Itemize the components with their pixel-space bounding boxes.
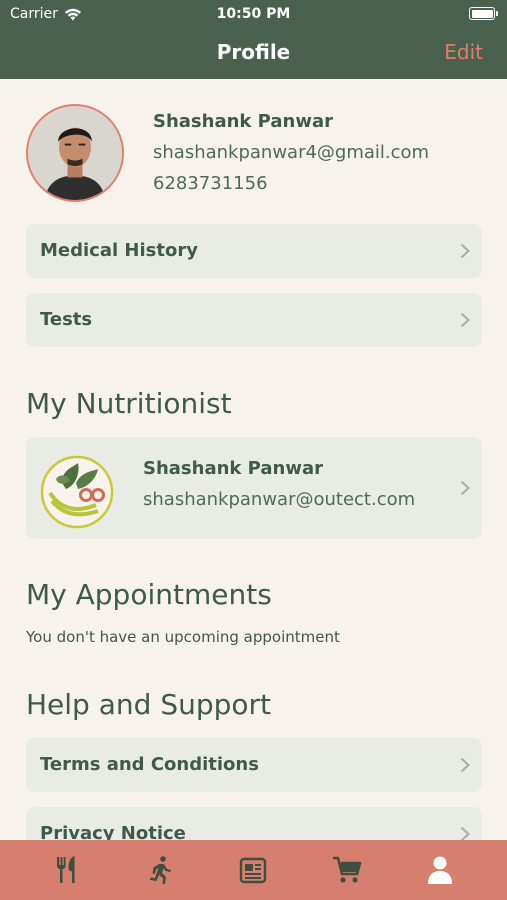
medical-history-row[interactable]: Medical History [26,224,482,278]
avatar [26,104,124,202]
chevron-right-icon [460,312,470,328]
privacy-label: Privacy Notice [40,823,186,840]
privacy-row[interactable]: Privacy Notice [26,807,482,840]
profile-content[interactable]: Shashank Panwar shashankpanwar4@gmail.co… [0,79,507,840]
terms-label: Terms and Conditions [40,754,259,775]
edit-button[interactable]: Edit [444,40,483,64]
tests-row[interactable]: Tests [26,293,482,347]
newspaper-icon [240,857,267,884]
nutritionist-logo-icon [40,455,114,529]
chevron-right-icon [460,757,470,773]
clock: 10:50 PM [216,6,291,22]
nutritionist-section-title: My Nutritionist [26,387,232,420]
cart-icon [332,856,362,883]
nutritionist-name: Shashank Panwar [143,458,323,479]
tab-activity[interactable] [138,848,182,892]
medical-history-label: Medical History [40,240,198,261]
nutritionist-card[interactable]: Shashank Panwar shashankpanwar@outect.co… [26,437,482,539]
page-title: Profile [216,40,291,64]
fork-knife-icon [56,856,75,883]
running-person-icon [150,856,172,884]
nutritionist-email: shashankpanwar@outect.com [143,489,416,510]
user-photo [28,106,122,200]
tab-shop[interactable] [325,848,369,892]
tab-articles[interactable] [231,848,275,892]
terms-row[interactable]: Terms and Conditions [26,738,482,792]
chevron-right-icon [460,480,470,496]
tab-bar [0,840,507,900]
profile-phone: 6283731156 [153,173,268,194]
battery-icon [469,7,498,20]
profile-email: shashankpanwar4@gmail.com [153,142,430,163]
appointments-section-title: My Appointments [26,578,272,611]
chevron-right-icon [460,826,470,840]
chevron-right-icon [460,243,470,259]
tab-meals[interactable] [45,848,89,892]
no-appointment-text: You don't have an upcoming appointment [26,628,340,646]
help-section-title: Help and Support [26,688,271,721]
tests-label: Tests [40,309,93,330]
tab-profile[interactable] [418,848,462,892]
profile-name: Shashank Panwar [153,111,333,132]
nav-bar: Carrier 10:50 PM Profile Edit [0,0,507,79]
user-icon [428,856,453,884]
status-bar: Carrier 10:50 PM [0,6,507,24]
profile-header: Shashank Panwar shashankpanwar4@gmail.co… [26,104,486,204]
